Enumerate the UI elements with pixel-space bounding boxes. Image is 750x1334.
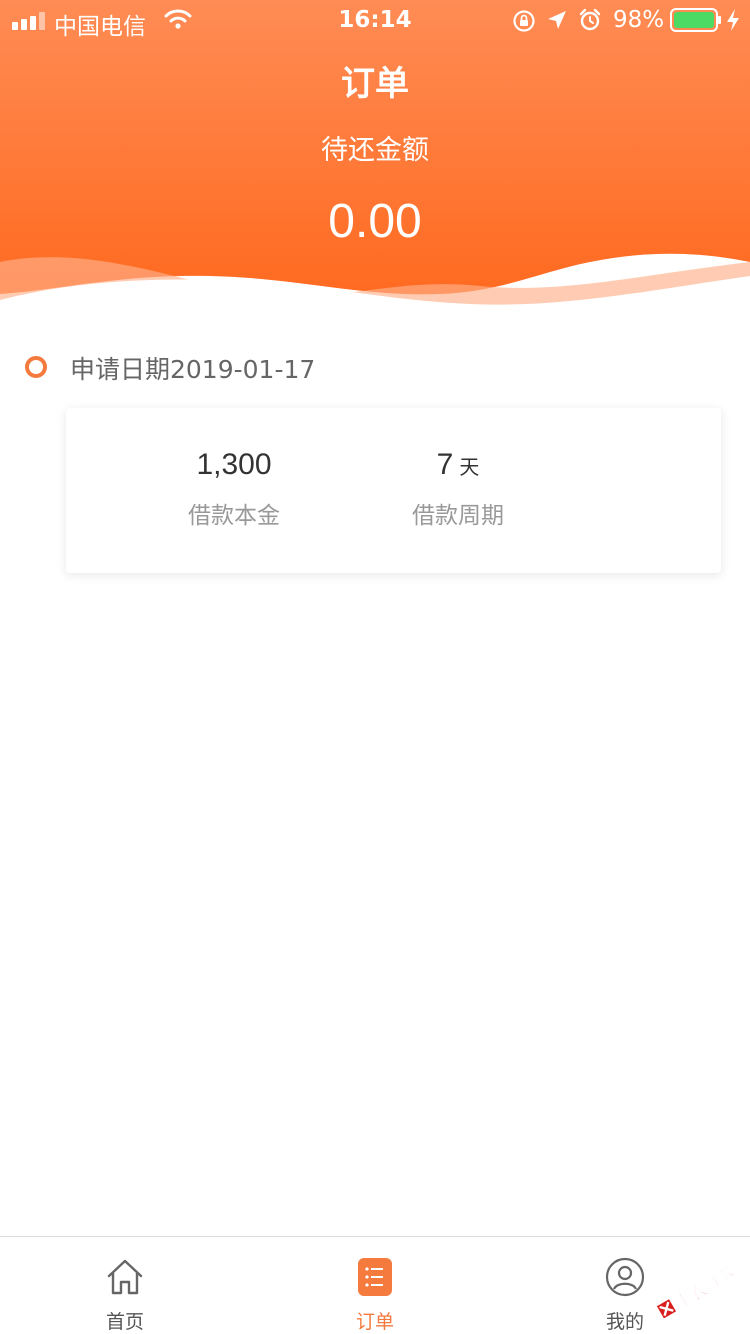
apply-date: 申请日期2019-01-17	[70, 355, 316, 384]
status-bar: 中国电信 16:14 98%	[0, 0, 750, 40]
order-card[interactable]: 1,300 借款本金 7天 借款周期	[66, 408, 721, 573]
battery-icon	[670, 8, 721, 32]
order-list-icon	[358, 1258, 392, 1296]
tab-orders-label: 订单	[355, 1311, 394, 1333]
page-title: 订单	[341, 64, 409, 104]
period-label: 借款周期	[412, 503, 504, 529]
period-value: 7	[436, 448, 454, 481]
tab-home[interactable]: 首页	[0, 1237, 250, 1334]
period-unit: 天	[459, 455, 480, 479]
header: 中国电信 16:14 98% 订单 待还金额 0.00	[0, 0, 750, 320]
tab-bar: 首页 订单 我的	[0, 1236, 750, 1334]
principal-value: 1,300	[196, 448, 272, 481]
alarm-icon	[579, 8, 601, 31]
principal-stat: 1,300 借款本金	[124, 448, 344, 530]
tab-orders[interactable]: 订单	[250, 1237, 500, 1334]
charging-icon	[727, 9, 739, 31]
timeline-dot	[25, 356, 47, 378]
outstanding-amount-value: 0.00	[328, 195, 422, 248]
battery-percent: 98%	[613, 7, 665, 33]
user-icon	[605, 1257, 645, 1297]
tab-home-label: 首页	[105, 1311, 144, 1333]
period-stat: 7天 借款周期	[348, 448, 568, 530]
svg-text:卡农社区: 卡农社区	[671, 1262, 740, 1314]
outstanding-amount-label: 待还金额	[321, 135, 429, 166]
principal-label: 借款本金	[188, 503, 280, 529]
watermark-logo: 卡农社区	[656, 1261, 741, 1319]
orientation-lock-icon	[513, 10, 535, 32]
location-arrow-icon	[548, 11, 566, 29]
home-icon	[107, 1259, 143, 1295]
